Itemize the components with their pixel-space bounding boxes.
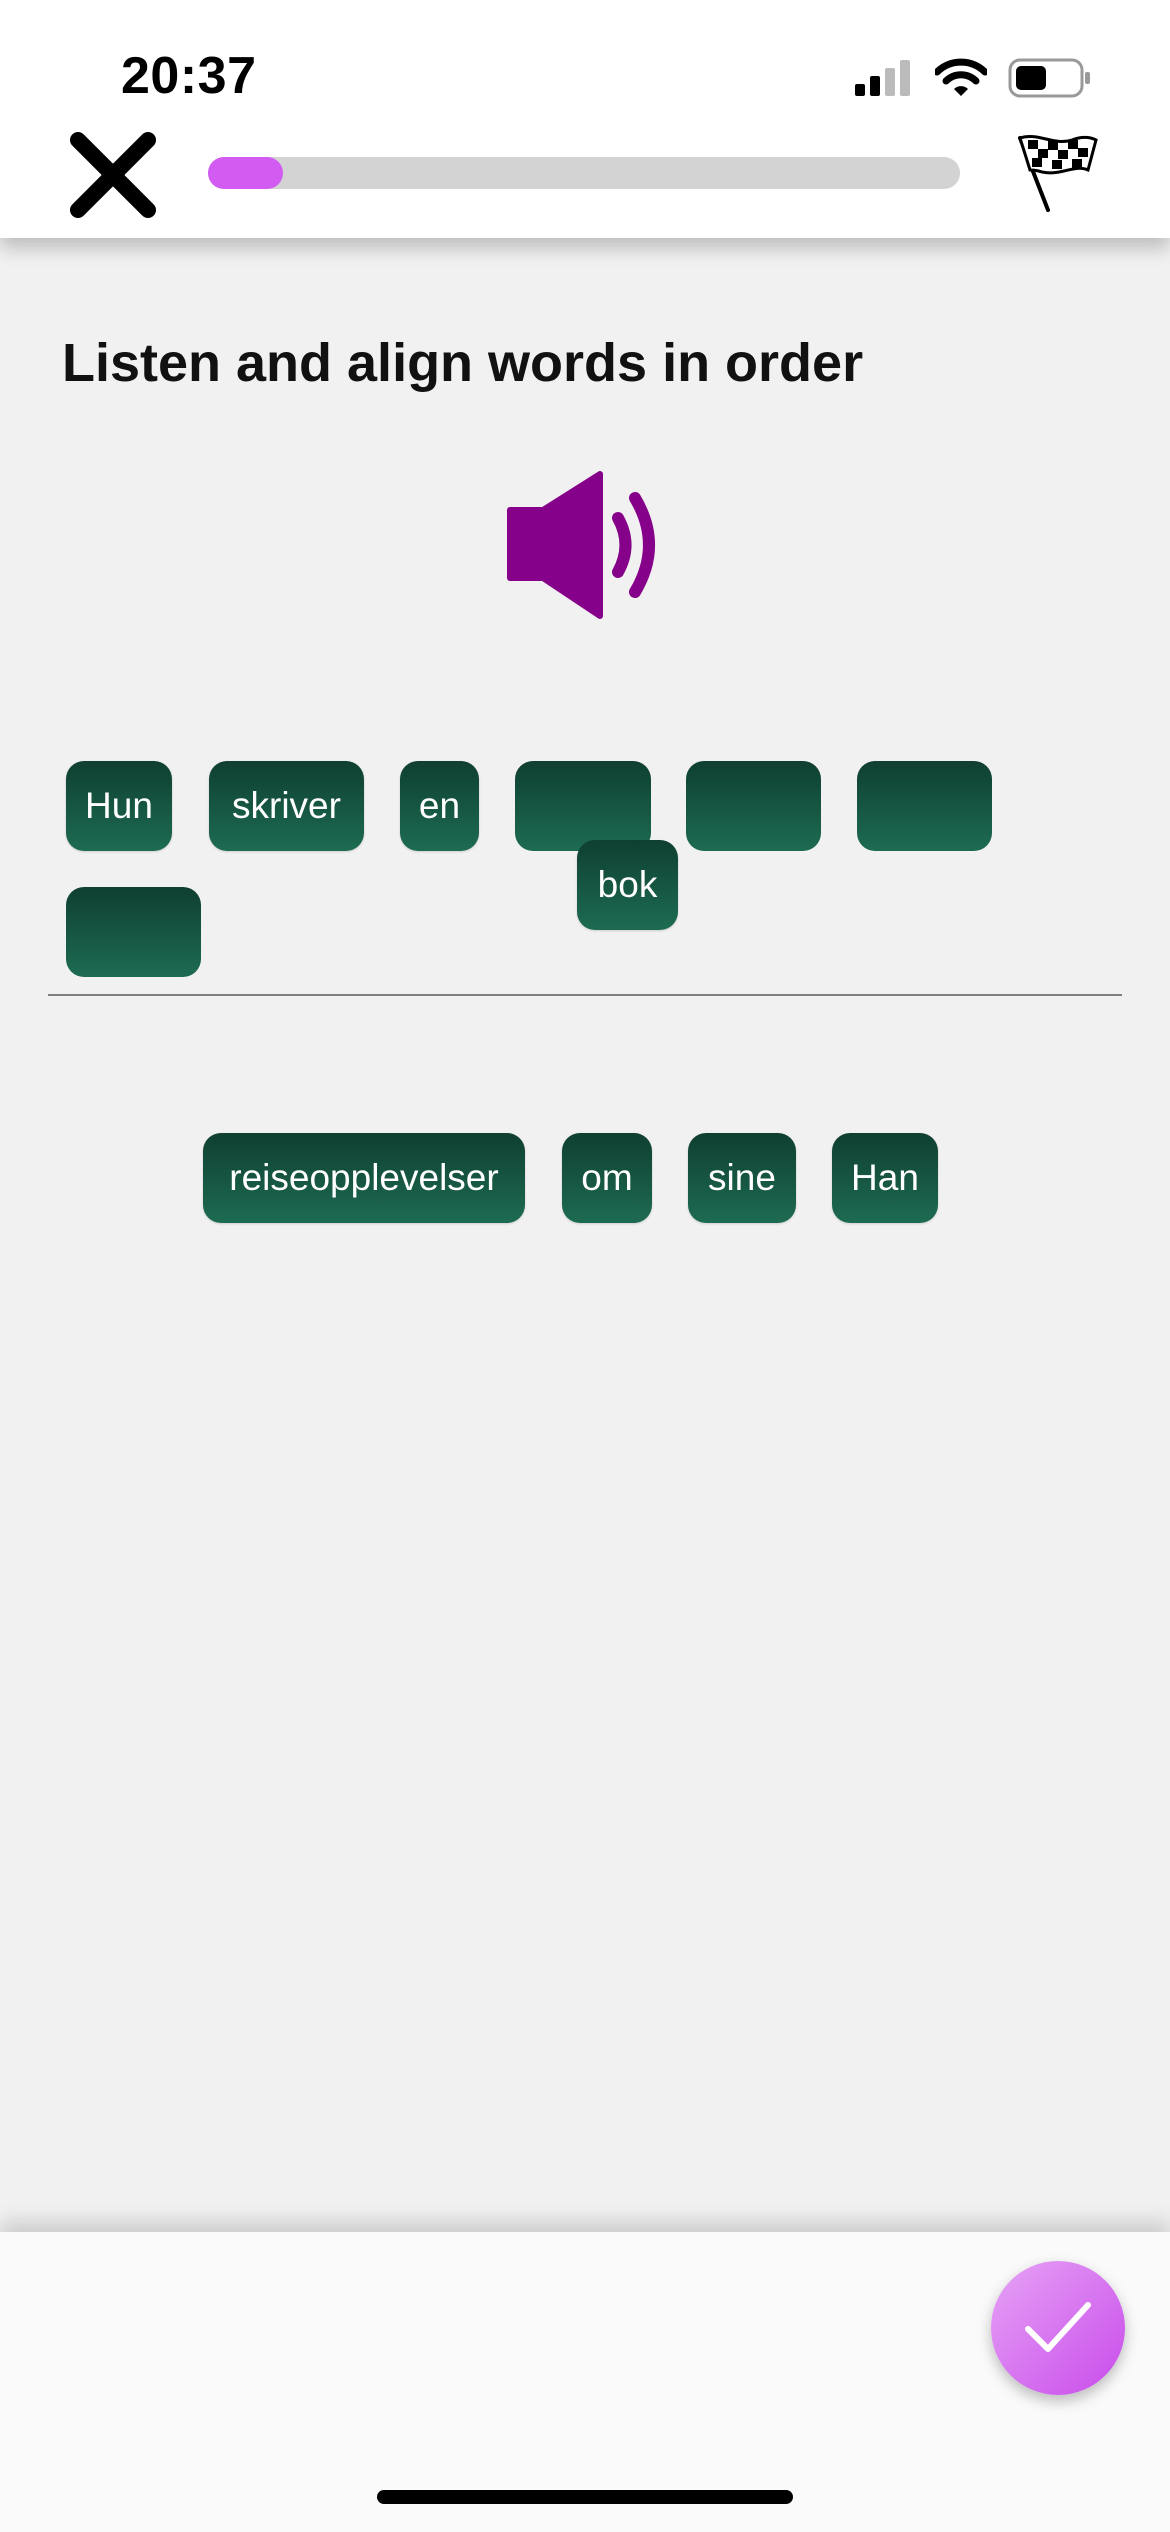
word-bank-chip[interactable]: om: [562, 1133, 652, 1223]
home-indicator: [377, 2490, 793, 2504]
exercise-instruction: Listen and align words in order: [62, 333, 864, 393]
dragging-word-chip[interactable]: bok: [577, 840, 678, 930]
empty-answer-slot[interactable]: [686, 761, 821, 851]
word-bank-chip[interactable]: reiseopplevelser: [203, 1133, 525, 1223]
top-bar: 20:37: [0, 0, 1170, 238]
word-bank-chip[interactable]: Han: [832, 1133, 938, 1223]
answer-divider: [48, 994, 1122, 996]
lesson-progress-bar: [208, 157, 960, 189]
bottom-bar: [0, 2232, 1170, 2532]
wifi-icon: [935, 58, 987, 96]
lesson-progress-fill: [208, 157, 284, 189]
checkered-flag-icon[interactable]: [1014, 132, 1100, 212]
word-bank-chip[interactable]: sine: [688, 1133, 796, 1223]
answer-word-chip[interactable]: en: [400, 761, 479, 851]
battery-icon: [1008, 58, 1090, 98]
speaker-icon[interactable]: [505, 470, 665, 620]
empty-answer-slot[interactable]: [66, 887, 201, 977]
empty-answer-slot[interactable]: [515, 761, 651, 851]
checkmark-icon: [1025, 2302, 1091, 2352]
close-icon[interactable]: [66, 128, 160, 222]
signal-icon: [855, 60, 910, 96]
check-answer-button[interactable]: [991, 2261, 1125, 2395]
status-time: 20:37: [121, 47, 257, 105]
answer-word-chip[interactable]: skriver: [209, 761, 364, 851]
answer-word-chip[interactable]: Hun: [66, 761, 172, 851]
empty-answer-slot[interactable]: [857, 761, 992, 851]
